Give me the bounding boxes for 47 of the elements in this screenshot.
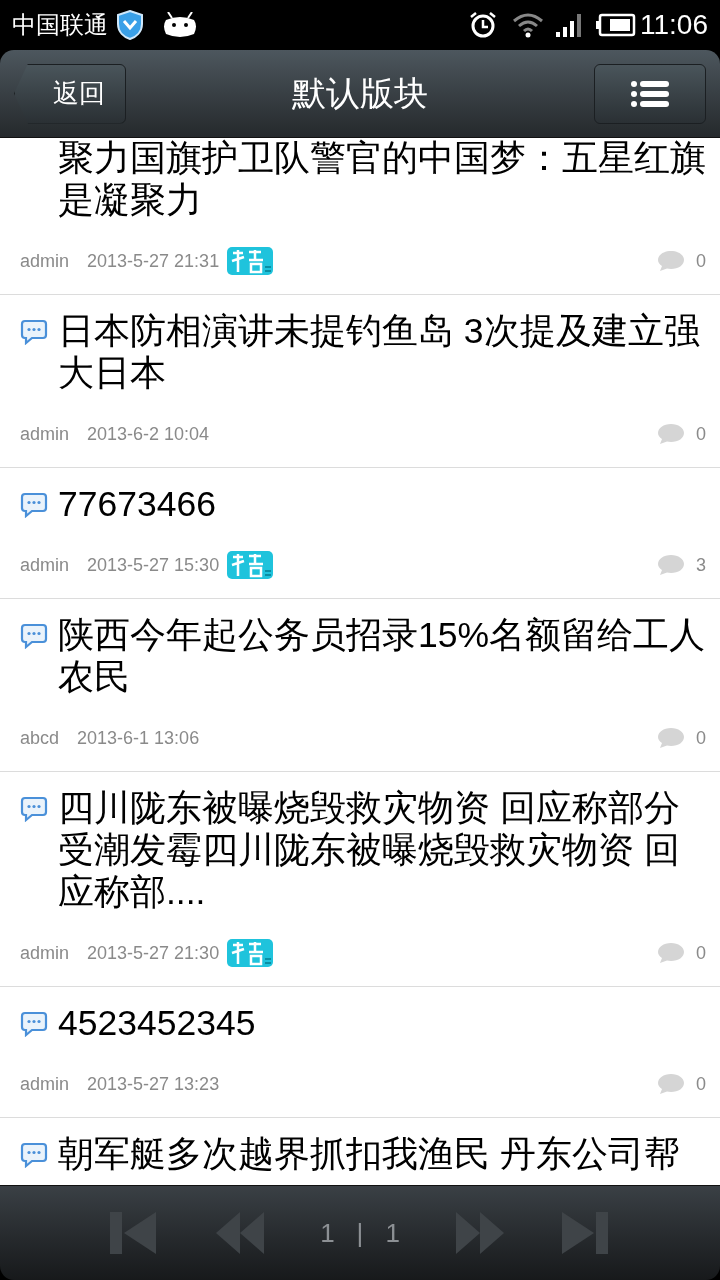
alarm-clock-icon xyxy=(468,10,498,40)
comment-icon xyxy=(656,249,686,273)
comment-count: 3 xyxy=(696,553,706,577)
comment-icon xyxy=(656,553,686,577)
menu-button[interactable] xyxy=(594,63,706,124)
total-pages: 1 xyxy=(385,1216,400,1250)
post-title: 4523452345 xyxy=(58,1002,256,1044)
post-author: admin xyxy=(20,249,70,273)
post-title: 陕西今年起公务员招录15%名额留给工人农民 xyxy=(58,614,706,698)
list-icon xyxy=(631,79,669,108)
post-time: 2013-5-27 21:31 xyxy=(87,249,220,273)
page-title: 默认版块 xyxy=(291,73,429,114)
battery-icon xyxy=(596,13,636,37)
shield-icon xyxy=(116,10,144,40)
back-button[interactable]: 返回 xyxy=(14,63,126,124)
clock-time: 11:06 xyxy=(640,8,708,42)
comment-count: 0 xyxy=(696,249,706,273)
post-title: 四川陇东被曝烧毁救灾物资 回应称部分受潮发霉四川陇东被曝烧毁救灾物资 回应称部.... xyxy=(58,787,681,913)
wifi-icon xyxy=(512,12,544,38)
post-author: abcd xyxy=(20,726,60,750)
current-page: 1 xyxy=(320,1216,335,1250)
post-title: 日本防相演讲未提钓鱼岛 3次提及建立强大日本 xyxy=(58,310,701,394)
comment-icon xyxy=(656,1072,686,1096)
comment-count: 0 xyxy=(696,941,706,965)
comment-icon xyxy=(656,422,686,446)
post-time: 2013-5-27 13:23 xyxy=(87,1072,220,1096)
post-title: 朝军艇多次越界抓扣我渔民 丹东公司帮 xyxy=(58,1133,680,1175)
post-author: admin xyxy=(20,1072,70,1096)
robot-icon xyxy=(162,12,198,38)
signal-icon xyxy=(554,11,584,39)
carrier-name: 中国联通 xyxy=(12,10,108,40)
post-time: 2013-6-2 10:04 xyxy=(87,422,210,446)
comment-count: 0 xyxy=(696,1072,706,1096)
comment-icon xyxy=(656,941,686,965)
comment-count: 0 xyxy=(696,422,706,446)
post-row[interactable]: 聚力国旗护卫队警官的中国梦：五星红旗是凝聚力 admin 2013-5-27 21:31 0 xyxy=(0,138,720,295)
post-title: 77673466 xyxy=(58,483,216,525)
post-time: 2013-5-27 15:30 xyxy=(87,553,220,577)
comment-count: 0 xyxy=(696,726,706,750)
post-author: admin xyxy=(20,941,70,965)
post-time: 2013-6-1 13:06 xyxy=(77,726,200,750)
post-author: admin xyxy=(20,422,70,446)
post-time: 2013-5-27 21:30 xyxy=(87,941,220,965)
post-title: 聚力国旗护卫队警官的中国梦：五星红旗是凝聚力 xyxy=(58,138,706,221)
post-author: admin xyxy=(20,553,70,577)
page-separator: | xyxy=(356,1216,364,1250)
comment-icon xyxy=(656,726,686,750)
